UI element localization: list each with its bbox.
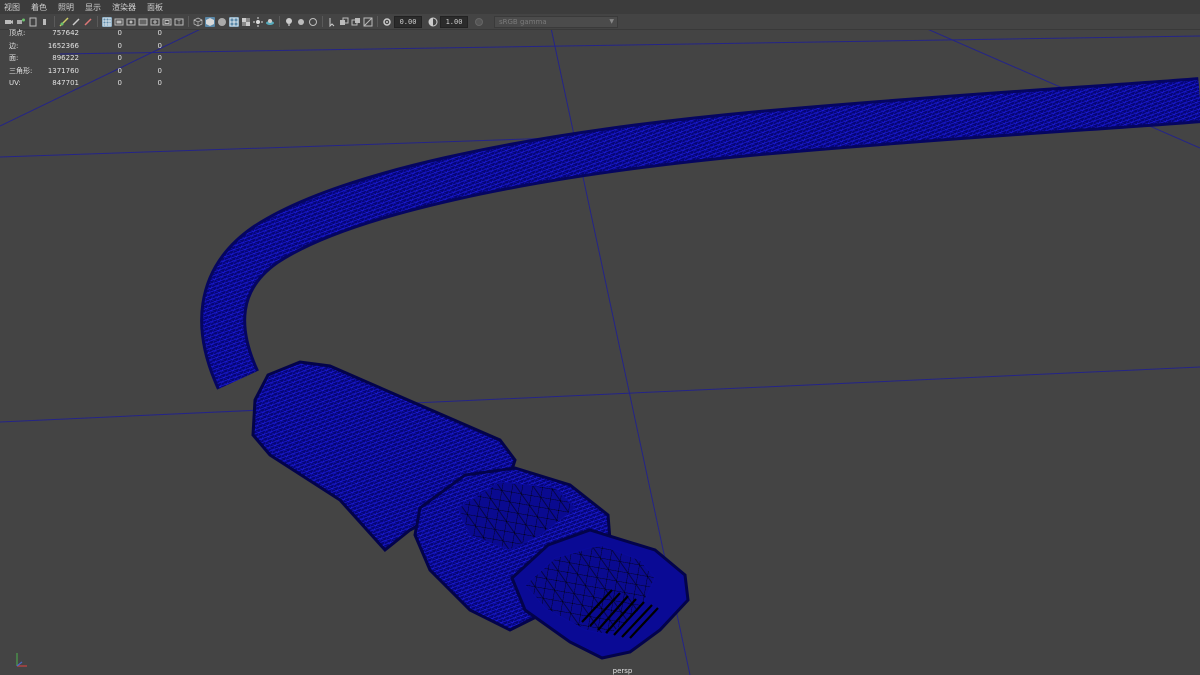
default-material-icon[interactable] [217,17,227,27]
backface-culling-icon[interactable] [363,17,373,27]
hud-value: 1652366 [47,41,79,50]
poly-count-hud: 顶点: 757642 0 0 边: 1652366 0 0 面: 896222 … [9,27,162,90]
2d-pan-zoom-icon[interactable] [59,16,69,27]
gamma-field[interactable]: 1.00 [440,15,468,28]
viewport-scene [0,30,1200,675]
hud-value: 0 [117,66,122,75]
hud-label: 面: [9,54,19,63]
grid-line [0,366,1200,423]
textured-icon[interactable] [241,17,251,27]
toolbar-separator [279,16,280,27]
hud-value: 0 [117,41,122,50]
hud-row-edges: 边: 1652366 0 0 [9,40,162,53]
snapshot-icon[interactable] [83,17,93,27]
cable-wire [203,80,1200,389]
cable-mesh [200,77,1200,660]
wireframe-icon[interactable] [193,17,203,27]
menu-lighting[interactable]: 照明 [58,2,74,13]
color-space-value: sRGB gamma [499,17,547,26]
grid-icon[interactable] [102,16,112,27]
hud-label: 边: [9,41,19,50]
hud-label: 三角形: [9,66,33,75]
hud-value: 0 [117,29,122,38]
hud-row-uvs: UV: 847701 0 0 [9,77,162,90]
menu-bar: 视图 着色 照明 显示 渲染器 面板 [0,0,1200,14]
camera-name-label: persp [612,667,633,675]
exposure-field[interactable]: 0.00 [394,15,422,28]
resolution-gate-icon[interactable] [126,17,136,27]
toolbar-separator [322,16,323,27]
isolate-select-icon[interactable] [327,17,337,27]
screen-space-ao-icon[interactable] [284,17,294,27]
safe-action-icon[interactable] [162,17,172,27]
gamma-icon[interactable] [428,17,438,27]
hud-value: 757642 [52,29,79,38]
hud-row-faces: 面: 896222 0 0 [9,52,162,65]
xray-joints-icon[interactable] [351,17,361,27]
exposure-icon[interactable] [382,17,392,27]
anti-aliasing-icon[interactable] [308,17,318,27]
chevron-down-icon: ▼ [609,17,614,25]
bookmark-icon[interactable] [28,17,38,27]
image-plane-icon[interactable] [40,17,50,27]
menu-show[interactable]: 显示 [85,2,101,13]
grease-pencil-icon[interactable] [71,17,81,27]
color-space-dropdown[interactable]: sRGB gamma ▼ [494,15,618,28]
hud-value: 0 [117,79,122,88]
hud-label: UV: [9,79,21,88]
hud-row-vertices: 顶点: 757642 0 0 [9,27,162,40]
gate-mask-icon[interactable] [138,17,148,27]
motion-blur-icon[interactable] [296,17,306,27]
toolbar-separator [377,16,378,27]
hud-value: 847701 [52,79,79,88]
hud-value: 0 [157,79,162,88]
xray-icon[interactable] [339,17,349,27]
wireframe-on-shaded-icon[interactable] [229,16,239,27]
color-management-icon[interactable] [474,17,484,27]
select-camera-icon[interactable] [4,17,14,27]
safe-title-icon[interactable]: T [174,17,184,27]
perspective-viewport[interactable] [0,30,1200,675]
menu-renderer[interactable]: 渲染器 [112,2,136,13]
hud-value: 0 [157,54,162,63]
hud-value: 896222 [52,54,79,63]
shadows-icon[interactable] [265,17,275,27]
hud-label: 顶点: [9,29,26,38]
field-chart-icon[interactable] [150,17,160,27]
toolbar-separator [54,16,55,27]
camera-attributes-icon[interactable] [16,17,26,27]
hud-value: 0 [157,41,162,50]
hud-value: 0 [117,54,122,63]
hud-value: 1371760 [47,66,79,75]
toolbar-separator [188,16,189,27]
menu-view[interactable]: 视图 [4,2,20,13]
smooth-shade-icon[interactable] [205,16,215,27]
toolbar-separator [97,16,98,27]
grid-line [59,35,1200,55]
film-gate-icon[interactable] [114,17,124,27]
hud-row-triangles: 三角形: 1371760 0 0 [9,65,162,78]
use-all-lights-icon[interactable] [253,16,263,27]
panel-toolbar: T 0.00 1.00 sRGB gamma ▼ [0,14,1200,30]
menu-shading[interactable]: 着色 [31,2,47,13]
hud-value: 0 [157,29,162,38]
hud-value: 0 [157,66,162,75]
menu-panels[interactable]: 面板 [147,2,163,13]
